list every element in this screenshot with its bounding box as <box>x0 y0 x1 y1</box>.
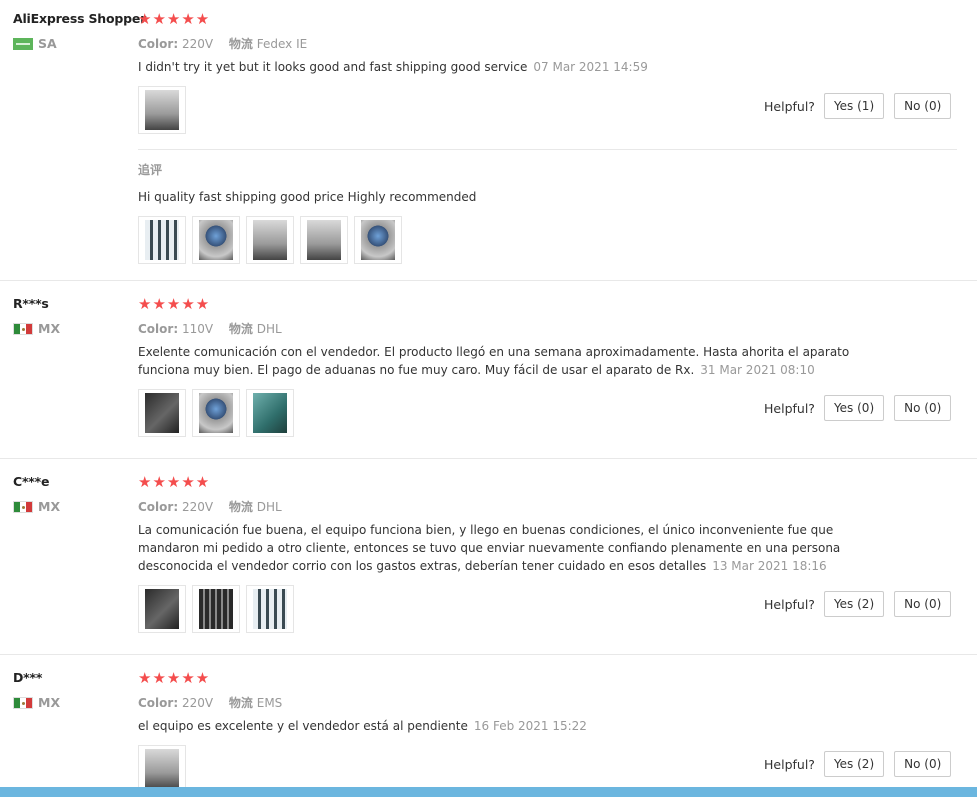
review-text: Exelente comunicación con el vendedor. E… <box>138 343 878 379</box>
review-item: D*** MX ★★★★★ Color: 220V 物流 EMS el equi… <box>0 669 977 793</box>
country-code: MX <box>38 499 61 514</box>
review-item: C***e MX ★★★★★ Color: 220V 物流 DHL La com… <box>0 474 977 656</box>
review-image-thumbnail[interactable] <box>246 389 294 437</box>
review-images <box>138 745 186 793</box>
logistics-value: DHL <box>256 322 282 336</box>
helpful-no-button[interactable]: No (0) <box>894 591 952 617</box>
product-attributes: Color: 220V 物流 Fedex IE <box>138 35 319 52</box>
reviewer-name: C***e <box>13 474 50 489</box>
color-label: Color: <box>138 500 179 514</box>
helpful-label: Helpful? <box>764 98 815 114</box>
followup-text: Hi quality fast shipping good price High… <box>138 190 477 204</box>
helpful-label: Helpful? <box>764 756 815 772</box>
star-rating: ★★★★★ <box>138 473 211 491</box>
flag-sa-icon <box>13 37 33 50</box>
color-value: 220V <box>181 696 214 710</box>
helpful-yes-button[interactable]: Yes (2) <box>823 591 885 617</box>
helpful-label: Helpful? <box>764 400 815 416</box>
flag-mx-icon <box>13 500 33 513</box>
helpful-vote: Helpful? Yes (2) No (0) <box>764 591 961 617</box>
review-date: 31 Mar 2021 08:10 <box>700 363 815 377</box>
country-code: SA <box>38 36 57 51</box>
review-image-thumbnail[interactable] <box>138 585 186 633</box>
review-image-thumbnail[interactable] <box>138 389 186 437</box>
logistics-label: 物流 <box>228 500 253 514</box>
logistics-value: DHL <box>256 500 282 514</box>
color-label: Color: <box>138 696 179 710</box>
review-item: R***s MX ★★★★★ Color: 110V 物流 DHL Exelen… <box>0 296 977 459</box>
review-image-thumbnail[interactable] <box>300 216 348 264</box>
followup-divider <box>138 149 957 150</box>
review-body: I didn't try it yet but it looks good an… <box>138 60 528 74</box>
reviewer-name: R***s <box>13 296 49 311</box>
helpful-no-button[interactable]: No (0) <box>894 93 952 119</box>
logistics-label: 物流 <box>228 322 253 336</box>
reviewer-country: SA <box>13 36 57 51</box>
helpful-yes-button[interactable]: Yes (0) <box>823 395 885 421</box>
helpful-vote: Helpful? Yes (1) No (0) <box>764 93 961 119</box>
review-image-thumbnail[interactable] <box>138 216 186 264</box>
product-attributes: Color: 220V 物流 DHL <box>138 498 294 515</box>
color-label: Color: <box>138 322 179 336</box>
star-rating: ★★★★★ <box>138 295 211 313</box>
review-image-thumbnail[interactable] <box>138 86 186 134</box>
color-value: 110V <box>181 322 214 336</box>
logistics-label: 物流 <box>228 37 253 51</box>
product-attributes: Color: 110V 物流 DHL <box>138 320 294 337</box>
helpful-no-button[interactable]: No (0) <box>894 751 952 777</box>
reviewer-name: AliExpress Shopper <box>13 11 147 26</box>
review-image-thumbnail[interactable] <box>192 216 240 264</box>
logistics-value: EMS <box>256 696 283 710</box>
review-body: el equipo es excelente y el vendedor est… <box>138 719 468 733</box>
review-image-thumbnail[interactable] <box>246 216 294 264</box>
review-item: AliExpress Shopper SA ★★★★★ Color: 220V … <box>0 11 977 281</box>
bottom-bar <box>0 787 977 797</box>
review-image-thumbnail[interactable] <box>354 216 402 264</box>
color-value: 220V <box>181 37 214 51</box>
color-value: 220V <box>181 500 214 514</box>
helpful-label: Helpful? <box>764 596 815 612</box>
review-divider <box>0 654 977 655</box>
review-text: el equipo es excelente y el vendedor est… <box>138 717 878 735</box>
reviewer-name: D*** <box>13 670 43 685</box>
review-date: 13 Mar 2021 18:16 <box>712 559 827 573</box>
helpful-vote: Helpful? Yes (2) No (0) <box>764 751 961 777</box>
flag-mx-icon <box>13 322 33 335</box>
reviewer-country: MX <box>13 499 60 514</box>
review-images <box>138 389 294 437</box>
logistics-label: 物流 <box>228 696 253 710</box>
country-code: MX <box>38 321 61 336</box>
review-text: La comunicación fue buena, el equipo fun… <box>138 521 878 575</box>
star-rating: ★★★★★ <box>138 10 211 28</box>
country-code: MX <box>38 695 61 710</box>
followup-images <box>138 216 402 264</box>
review-images <box>138 86 186 134</box>
review-image-thumbnail[interactable] <box>138 745 186 793</box>
review-text: I didn't try it yet but it looks good an… <box>138 58 878 76</box>
review-images <box>138 585 294 633</box>
helpful-no-button[interactable]: No (0) <box>894 395 952 421</box>
helpful-yes-button[interactable]: Yes (1) <box>823 93 885 119</box>
review-divider <box>0 280 977 281</box>
reviewer-country: MX <box>13 695 60 710</box>
star-rating: ★★★★★ <box>138 669 211 687</box>
review-date: 16 Feb 2021 15:22 <box>473 719 587 733</box>
reviewer-country: MX <box>13 321 60 336</box>
review-image-thumbnail[interactable] <box>192 389 240 437</box>
helpful-yes-button[interactable]: Yes (2) <box>823 751 885 777</box>
review-divider <box>0 458 977 459</box>
review-image-thumbnail[interactable] <box>192 585 240 633</box>
product-attributes: Color: 220V 物流 EMS <box>138 694 294 711</box>
flag-mx-icon <box>13 696 33 709</box>
color-label: Color: <box>138 37 179 51</box>
followup-title: 追评 <box>138 163 163 177</box>
logistics-value: Fedex IE <box>256 37 308 51</box>
review-image-thumbnail[interactable] <box>246 585 294 633</box>
helpful-vote: Helpful? Yes (0) No (0) <box>764 395 961 421</box>
review-date: 07 Mar 2021 14:59 <box>533 60 648 74</box>
